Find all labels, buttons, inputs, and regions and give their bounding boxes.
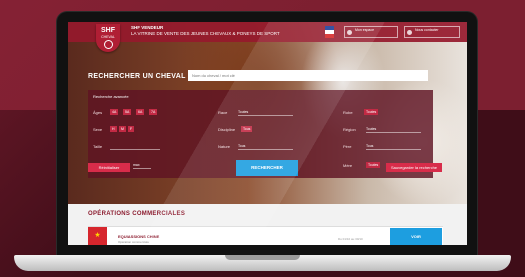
robe-label: Robe (343, 110, 353, 115)
age-chip-1[interactable]: 4A (110, 109, 119, 115)
race-label: Race (218, 110, 228, 115)
contact-button-label: Nous contacter (415, 28, 439, 32)
header-tagline: SHF VENDEUR LA VITRINE DE VENTE DES JEUN… (131, 25, 280, 37)
pere-select[interactable]: Tous (366, 143, 421, 150)
taille-label: Taille (93, 144, 103, 149)
account-button[interactable]: Mon espace (344, 26, 398, 38)
user-icon (347, 30, 352, 35)
operations-title: OPÉRATIONS COMMERCIALES (88, 211, 186, 217)
save-search-button[interactable]: Sauvegarder la recherche (386, 163, 442, 172)
region-select[interactable]: Toutes (366, 126, 421, 133)
search-label: RECHERCHER UN CHEVAL (88, 73, 186, 80)
prix-max-select[interactable]: max (133, 162, 151, 169)
operation-card-dates: Du 01/10 au 30/10 (338, 237, 363, 241)
age-chip-4[interactable]: 7A (149, 109, 158, 115)
mail-icon (407, 30, 412, 35)
laptop-screen: SHF VENDEUR LA VITRINE DE VENTE DES JEUN… (68, 22, 467, 245)
robe-select[interactable]: Toutes (364, 109, 379, 115)
search-button[interactable]: RECHERCHER (236, 160, 298, 176)
china-flag-icon: ★ (88, 227, 107, 245)
sex-chip-3[interactable]: F (128, 126, 135, 132)
logo-mark: SHF (101, 27, 115, 34)
operation-card-name: EQUIASSIONS CHINE (118, 234, 160, 239)
age-label: Âges (93, 110, 103, 115)
site-header: SHF VENDEUR LA VITRINE DE VENTE DES JEUN… (68, 22, 467, 42)
mere-label: Mère (343, 163, 353, 168)
pere-label: Père (343, 144, 352, 149)
discipline-select[interactable]: Tous (241, 126, 253, 132)
site-logo[interactable]: SHF CHEVAL (96, 24, 120, 52)
nature-select[interactable]: Tous (238, 143, 293, 150)
operation-card-subtitle: Opération commerciale (118, 240, 150, 244)
filter-panel-title: Recherche avancée (93, 94, 129, 99)
sex-chip-1[interactable]: H (110, 126, 117, 132)
sex-chip-2[interactable]: M (119, 126, 126, 132)
operation-card-button[interactable]: VOIR (390, 228, 442, 245)
logo-sub: CHEVAL (101, 35, 115, 39)
age-chip-2[interactable]: 5A (123, 109, 132, 115)
region-label: Région (343, 127, 356, 132)
french-flag-icon[interactable] (325, 26, 334, 38)
race-select[interactable]: Toutes (238, 109, 293, 116)
reset-button[interactable]: Réinitialiser (88, 163, 130, 172)
logo-ring-icon (103, 40, 113, 49)
search-input[interactable] (188, 70, 428, 81)
tagline-text: LA VITRINE DE VENTE DES JEUNES CHEVAUX &… (131, 31, 280, 36)
sex-label: Sexe (93, 127, 103, 132)
discipline-label: Discipline (218, 127, 236, 132)
nature-label: Nature (218, 144, 231, 149)
mere-select[interactable]: Toutes (366, 162, 381, 168)
laptop-notch (225, 255, 300, 260)
account-button-label: Mon espace (355, 28, 375, 32)
age-chip-3[interactable]: 6A (136, 109, 145, 115)
contact-button[interactable]: Nous contacter (404, 26, 460, 38)
taille-select[interactable] (110, 143, 160, 150)
